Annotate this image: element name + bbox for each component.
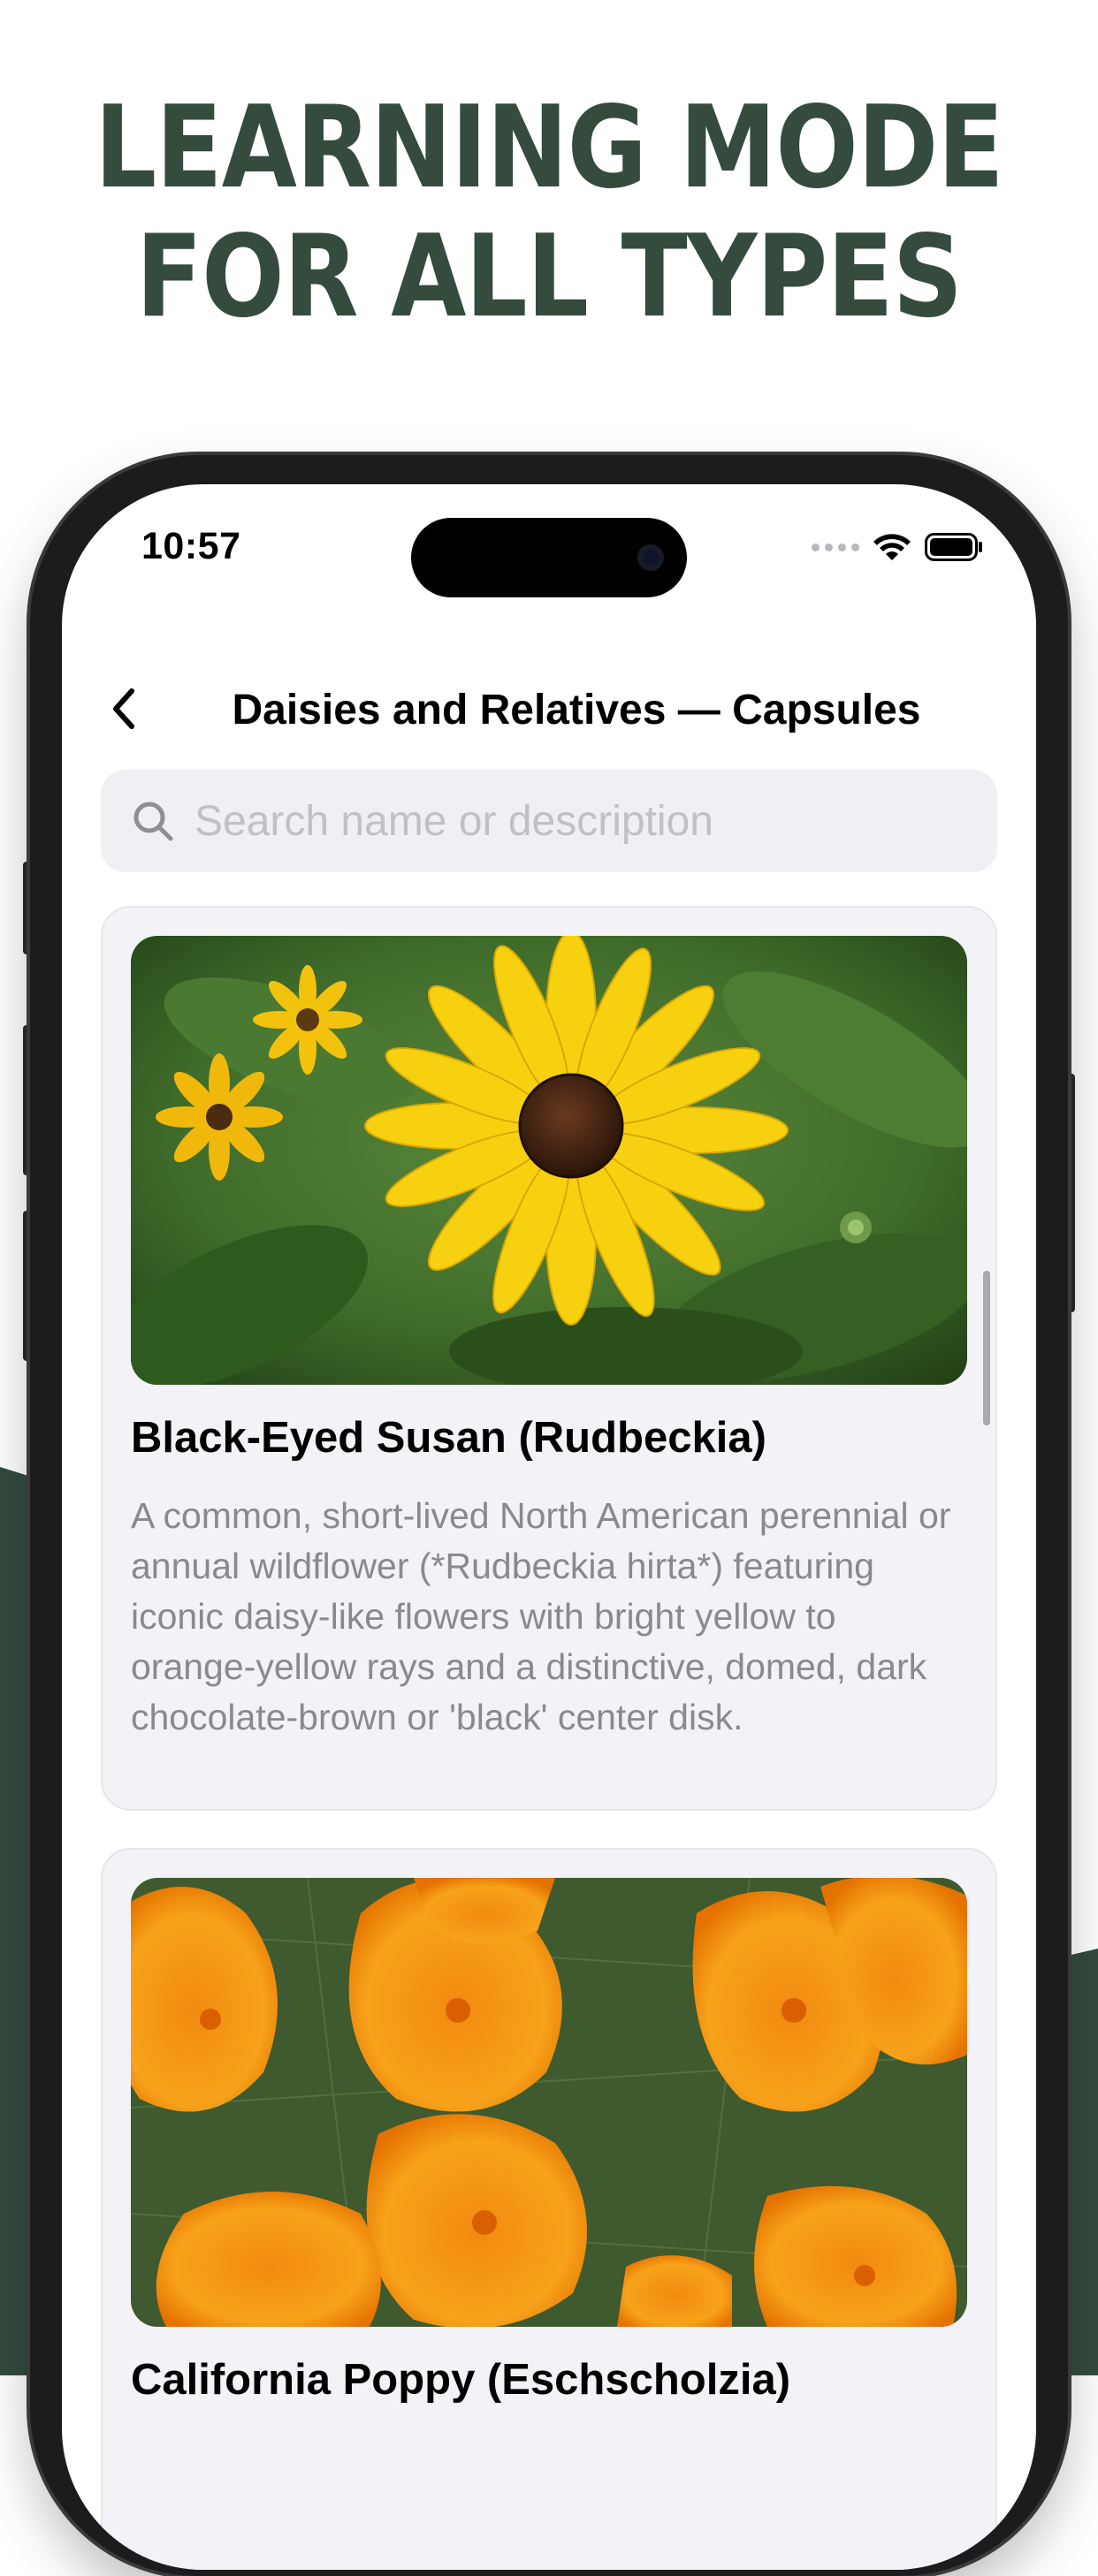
status-icons [812,532,983,562]
california-poppy-photo [131,1878,967,2327]
signal-dots-icon [812,543,859,551]
promo-headline-line-1: LEARNING MODE [95,82,1004,214]
page-title: Daisies and Relatives — Capsules [232,687,921,733]
card-title: California Poppy (Eschscholzia) [131,2356,791,2404]
search-bar[interactable] [101,769,997,873]
card-title: Black-Eyed Susan (Rudbeckia) [131,1414,766,1462]
card-description: A common, short-lived North American per… [131,1495,951,1737]
wifi-icon [872,532,912,562]
list-item[interactable]: Black-Eyed Susan (Rudbeckia) A common, s… [101,906,997,1811]
dynamic-island [411,518,687,597]
promo-headline-line-2: FOR ALL TYPES [135,211,963,343]
black-eyed-susan-photo [131,936,967,1385]
navigation-bar: Daisies and Relatives — Capsules [62,661,1036,758]
search-icon [131,799,175,843]
battery-icon [925,533,983,561]
promo-headline: LEARNING MODE FOR ALL TYPES [77,84,1021,342]
search-input[interactable] [193,769,997,873]
list-item[interactable]: California Poppy (Eschscholzia) [101,1848,997,2570]
camera-icon [637,544,664,571]
phone-screen: 10:57 Daisies and Relatives — Capsules S… [62,484,1036,2570]
scroll-indicator[interactable] [983,1271,990,1425]
status-time: 10:57 [141,525,241,567]
